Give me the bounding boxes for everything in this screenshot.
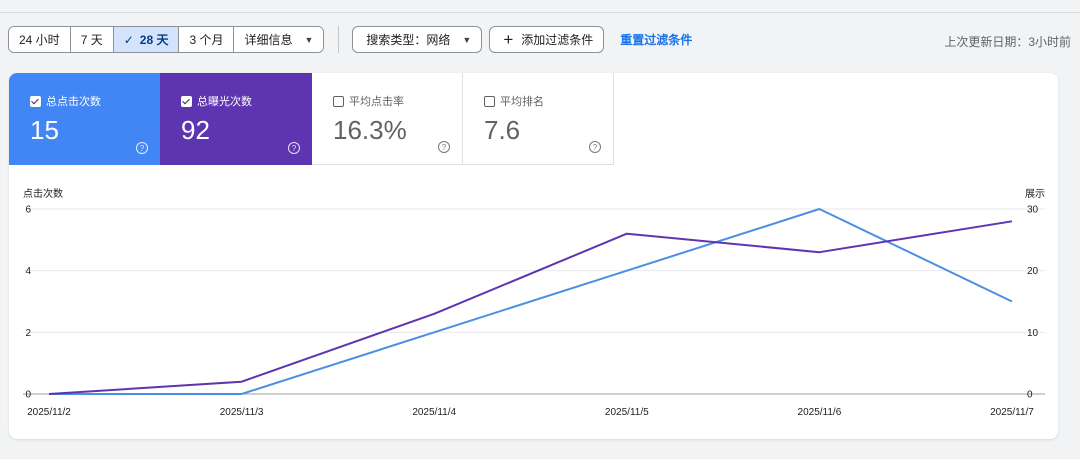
- right-tick-label: 10: [1027, 328, 1039, 339]
- range-label: 详细信息: [244, 33, 293, 47]
- right-tick-label: 20: [1027, 266, 1039, 277]
- range-label: 28 天: [139, 33, 169, 47]
- search-type-label: 搜索类型：网络: [366, 33, 451, 47]
- date-range-selector: 24 小时 7 天 ✓ 28 天 3 个月 详细信息 ▼: [8, 26, 325, 53]
- x-tick-label: 2025/11/2: [27, 407, 71, 418]
- last-updated-text: 上次更新日期：3小时前: [944, 35, 1071, 49]
- range-7d-button[interactable]: 7 天: [70, 27, 114, 52]
- add-filter-button[interactable]: + 添加过滤条件: [489, 26, 605, 53]
- range-label: 3 个月: [189, 33, 224, 47]
- right-tick-label: 30: [1027, 205, 1039, 216]
- reset-filters-link[interactable]: 重置过滤条件: [620, 31, 692, 48]
- search-type-dropdown[interactable]: 搜索类型：网络 ▼: [352, 26, 483, 53]
- left-axis-label: 点击次数: [23, 187, 63, 200]
- right-axis-label: 展示: [1025, 188, 1045, 200]
- divider: [338, 26, 340, 53]
- range-3m-button[interactable]: 3 个月: [179, 27, 235, 52]
- series-line-clicks: [49, 208, 1013, 395]
- series-line-impressions: [48, 220, 1013, 395]
- caret-down-icon: ▼: [304, 34, 314, 45]
- add-filter-label: 添加过滤条件: [521, 33, 594, 47]
- caret-down-icon: ▼: [462, 34, 472, 45]
- x-tick-label: 2025/11/5: [605, 407, 649, 418]
- x-tick-label: 2025/11/6: [798, 407, 842, 418]
- left-tick-label: 0: [25, 390, 31, 401]
- filter-bar: 24 小时 7 天 ✓ 28 天 3 个月 详细信息 ▼ 搜索类型：网络 ▼ + 添加过…: [8, 26, 692, 53]
- x-tick-label: 2025/11/7: [990, 407, 1034, 418]
- performance-chart: 点击次数 展示 0 2 4 6 0 10 20 30 2025/11/2 2025/11/3 202…: [23, 187, 1045, 418]
- right-tick-label: 0: [1027, 390, 1033, 401]
- range-24h-button[interactable]: 24 小时: [9, 27, 71, 52]
- top-divider: [0, 12, 1080, 13]
- check-icon: ✓: [123, 32, 134, 47]
- plus-icon: +: [503, 30, 514, 49]
- left-tick-label: 6: [25, 205, 31, 216]
- range-28d-button[interactable]: ✓ 28 天: [113, 27, 180, 52]
- range-label: 24 小时: [19, 33, 60, 47]
- x-tick-label: 2025/11/3: [220, 407, 264, 418]
- range-details-dropdown[interactable]: 详细信息 ▼: [234, 27, 324, 52]
- range-label: 7 天: [80, 33, 103, 47]
- left-tick-label: 2: [25, 328, 31, 339]
- left-tick-label: 4: [25, 266, 31, 277]
- x-tick-label: 2025/11/4: [412, 407, 456, 418]
- performance-card: 总点击次数 15 ? 总曝光次数 92 ? 平均点击率 16.3% ? 平均排名…: [9, 73, 1058, 439]
